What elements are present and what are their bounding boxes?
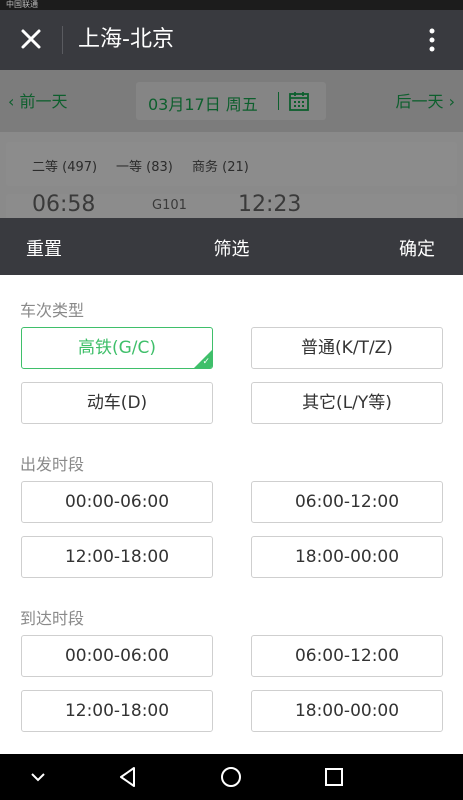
- option-label: 其它(L/Y等): [302, 393, 392, 413]
- home-circle-icon: [221, 767, 241, 787]
- option-label: 06:00-12:00: [294, 492, 400, 512]
- more-vertical-icon: [429, 28, 435, 52]
- calendar-icon: [289, 92, 309, 111]
- seat-second-class: 二等 (497): [32, 160, 98, 175]
- status-bar: 中国联通: [0, 0, 463, 10]
- option-arrive-1218[interactable]: 12:00-18:00: [21, 690, 213, 732]
- reset-button[interactable]: 重置: [26, 235, 62, 261]
- nav-recents-button[interactable]: [320, 763, 348, 791]
- seat-summary: 二等 (497) 一等 (83) 商务 (21): [6, 142, 457, 186]
- filter-header: 筛选 重置 确定: [0, 218, 463, 275]
- train-code: G101: [152, 198, 187, 213]
- option-label: 12:00-18:00: [64, 701, 170, 721]
- title-divider: [62, 26, 63, 54]
- section-label-train-type: 车次类型: [20, 301, 85, 320]
- confirm-button[interactable]: 确定: [399, 235, 435, 261]
- filter-panel: 车次类型 高铁(G/C) ✓ 普通(K/T/Z) 动车(D) 其它(L/Y等) …: [0, 275, 463, 754]
- train-card-peek: 06:58 G101 12:23: [6, 194, 457, 218]
- back-triangle-icon: [120, 767, 135, 787]
- section-label-depart-time: 出发时段: [20, 455, 85, 474]
- next-day-button[interactable]: 后一天 ›: [396, 88, 456, 112]
- option-label: 06:00-12:00: [294, 646, 400, 666]
- option-label: 动车(D): [86, 393, 148, 413]
- seat-first-class: 一等 (83): [116, 160, 173, 175]
- carrier-label: 中国联通: [6, 0, 38, 9]
- option-label: 18:00-00:00: [294, 701, 400, 721]
- option-label: 高铁(G/C): [77, 338, 157, 358]
- option-arrive-0006[interactable]: 00:00-06:00: [21, 635, 213, 677]
- option-label: 18:00-00:00: [294, 547, 400, 567]
- option-depart-0612[interactable]: 06:00-12:00: [251, 481, 443, 523]
- seat-business: 商务 (21): [192, 160, 249, 175]
- date-label: 03月17日 周五: [148, 95, 258, 114]
- date-separator: [278, 92, 279, 110]
- option-label: 12:00-18:00: [64, 547, 170, 567]
- system-navbar: [0, 754, 463, 800]
- section-label-arrive-time: 到达时段: [20, 609, 85, 628]
- option-other[interactable]: 其它(L/Y等): [251, 382, 443, 424]
- option-label: 00:00-06:00: [64, 646, 170, 666]
- option-label: 普通(K/T/Z): [301, 338, 393, 358]
- nav-hide-button[interactable]: [24, 763, 52, 791]
- option-depart-1800[interactable]: 18:00-00:00: [251, 536, 443, 578]
- train-arrive-time: 12:23: [238, 194, 302, 217]
- nav-home-button[interactable]: [217, 763, 245, 791]
- option-high-speed[interactable]: 高铁(G/C) ✓: [21, 327, 213, 369]
- close-button[interactable]: [14, 24, 48, 56]
- background-content: ‹ 前一天 03月17日 周五 后一天 › 二等 (497) 一等 (83) 商…: [0, 70, 463, 218]
- date-bar: ‹ 前一天 03月17日 周五 后一天 ›: [0, 70, 463, 132]
- date-picker[interactable]: 03月17日 周五: [136, 82, 326, 120]
- option-arrive-0612[interactable]: 06:00-12:00: [251, 635, 443, 677]
- recents-square-icon: [325, 768, 343, 786]
- train-depart-time: 06:58: [32, 194, 96, 217]
- nav-back-button[interactable]: [114, 763, 142, 791]
- prev-day-button[interactable]: ‹ 前一天: [8, 88, 68, 112]
- option-label: 00:00-06:00: [64, 492, 170, 512]
- checkmark-icon: ✓: [202, 357, 210, 367]
- filter-title: 筛选: [213, 239, 250, 260]
- close-icon: [21, 29, 41, 49]
- chevron-down-icon: [31, 773, 45, 782]
- option-arrive-1800[interactable]: 18:00-00:00: [251, 690, 443, 732]
- option-depart-0006[interactable]: 00:00-06:00: [21, 481, 213, 523]
- page-title: 上海-北京: [78, 27, 174, 52]
- option-normal[interactable]: 普通(K/T/Z): [251, 327, 443, 369]
- option-depart-1218[interactable]: 12:00-18:00: [21, 536, 213, 578]
- titlebar: 上海-北京: [0, 10, 463, 70]
- more-button[interactable]: [420, 24, 444, 56]
- option-emu[interactable]: 动车(D): [21, 382, 213, 424]
